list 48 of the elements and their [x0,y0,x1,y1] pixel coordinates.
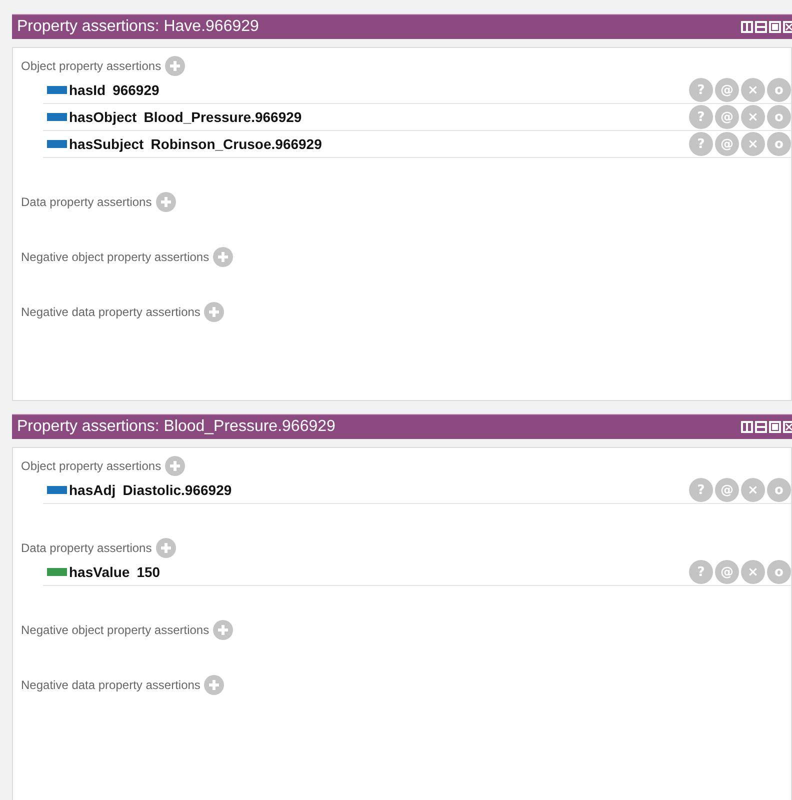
property-name[interactable]: hasAdj [69,482,116,498]
property-value[interactable]: 966929 [112,82,160,98]
close-icon[interactable] [783,21,792,33]
row-action-button[interactable]: @ [715,132,739,156]
panel-title: Property assertions: Have.966929 [17,18,259,36]
row-action-button[interactable]: @ [715,105,739,129]
row-action-button[interactable]: ? [689,478,713,502]
property-value[interactable]: Diastolic.966929 [122,482,232,498]
row-action-button[interactable]: o [767,478,791,502]
row-action-button[interactable]: × [741,78,765,102]
section-label: Object property assertions [21,459,162,473]
row-action-button[interactable]: @ [715,478,739,502]
section-label: Data property assertions [21,541,152,555]
section-label: Object property assertions [21,59,162,73]
close-icon[interactable] [783,421,792,433]
split-horizontal-icon[interactable] [755,21,767,33]
property-name[interactable]: hasId [69,82,106,98]
property-name[interactable]: hasValue [69,564,130,580]
row-action-button[interactable]: @ [715,560,739,584]
section-label: Negative data property assertions [21,678,200,692]
row-action-button[interactable]: @ [715,78,739,102]
row-action-button[interactable]: ? [689,105,713,129]
split-vertical-icon[interactable] [741,21,753,33]
property-value[interactable]: Blood_Pressure.966929 [144,109,302,125]
row-action-button[interactable]: × [741,560,765,584]
split-horizontal-icon[interactable] [755,421,767,433]
row-action-button[interactable]: × [741,132,765,156]
row-action-button[interactable]: o [767,560,791,584]
property-value[interactable]: Robinson_Crusoe.966929 [150,136,322,152]
row-action-button[interactable]: o [767,78,791,102]
row-action-button[interactable]: o [767,132,791,156]
property-name[interactable]: hasSubject [69,136,144,152]
split-vertical-icon[interactable] [741,421,753,433]
row-action-button[interactable]: ? [689,132,713,156]
maximize-icon[interactable] [769,421,781,433]
section-label: Negative object property assertions [21,623,210,637]
row-action-button[interactable]: × [741,478,765,502]
section-label: Negative data property assertions [21,305,200,319]
section-label: Data property assertions [21,195,152,209]
row-action-button[interactable]: ? [689,78,713,102]
panel-title: Property assertions: Blood_Pressure.966929 [17,418,336,436]
row-action-button[interactable]: ? [689,560,713,584]
row-action-button[interactable]: o [767,105,791,129]
property-value[interactable]: 150 [136,564,160,580]
maximize-icon[interactable] [769,21,781,33]
section-label: Negative object property assertions [21,250,210,264]
row-action-button[interactable]: × [741,105,765,129]
property-name[interactable]: hasObject [69,109,137,125]
